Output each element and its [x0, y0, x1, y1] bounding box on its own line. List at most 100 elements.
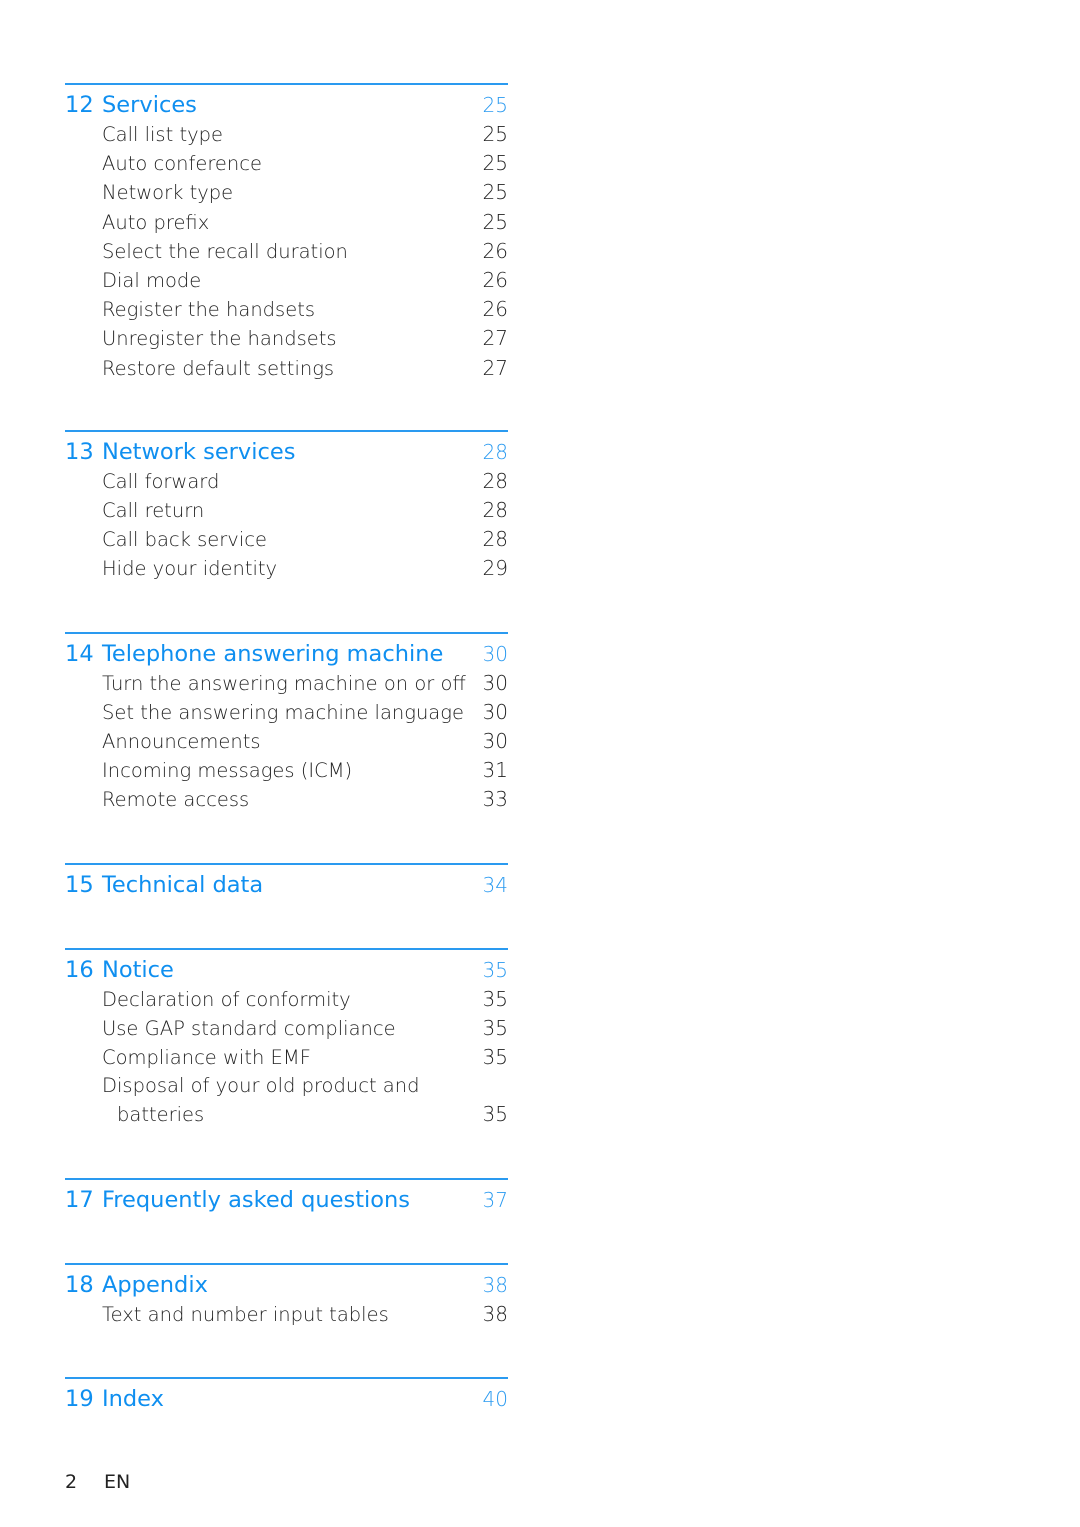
entry-page-number[interactable]: 26 [483, 237, 508, 265]
entry-title[interactable]: Call forward [65, 468, 483, 496]
section-page-number[interactable]: 30 [483, 640, 508, 669]
entry-title[interactable]: Turn the answering machine on or off [65, 670, 483, 698]
entry-page-number[interactable]: 29 [483, 554, 508, 582]
entry-title[interactable]: Call return [65, 497, 483, 525]
entry-page-number[interactable]: 38 [483, 1300, 508, 1328]
section-page-number[interactable]: 38 [483, 1271, 508, 1300]
section-heading[interactable]: 17 Frequently asked questions 37 [65, 1186, 508, 1215]
section-title[interactable]: Technical data [102, 871, 483, 900]
entry-title[interactable]: Select the recall duration [65, 238, 483, 266]
section-heading[interactable]: 14 Telephone answering machine 30 [65, 640, 508, 669]
section-heading[interactable]: 15 Technical data 34 [65, 871, 508, 900]
section-page-number[interactable]: 40 [483, 1385, 508, 1414]
entry-title[interactable]: Hide your identity [65, 555, 483, 583]
entry-title[interactable]: Declaration of conformity [65, 986, 483, 1014]
entry-page-number[interactable]: 26 [483, 266, 508, 294]
entry-page-number[interactable]: 31 [483, 756, 508, 784]
toc-entry[interactable]: Text and number input tables 38 [65, 1300, 508, 1329]
entry-title[interactable]: Restore default settings [65, 355, 483, 383]
section-title[interactable]: Telephone answering machine [102, 640, 483, 669]
toc-entry[interactable]: Auto conference 25 [65, 149, 508, 178]
entry-page-number[interactable]: 25 [483, 208, 508, 236]
toc-entry[interactable]: Declaration of conformity 35 [65, 985, 508, 1014]
toc-entry[interactable]: Call forward 28 [65, 467, 508, 496]
entry-page-number[interactable]: 30 [483, 698, 508, 726]
toc-entry[interactable]: Turn the answering machine on or off 30 [65, 669, 508, 698]
entry-title[interactable]: Compliance with EMF [65, 1044, 483, 1072]
entry-title[interactable]: Network type [65, 179, 483, 207]
section-title[interactable]: Index [102, 1385, 483, 1414]
entry-page-number[interactable]: 25 [483, 149, 508, 177]
toc-entry[interactable]: Call list type 25 [65, 120, 508, 149]
section-title[interactable]: Frequently asked questions [102, 1186, 483, 1215]
entry-page-number[interactable]: 27 [483, 324, 508, 352]
entry-title[interactable]: Set the answering machine language [65, 699, 483, 727]
entry-page-number[interactable]: 26 [483, 295, 508, 323]
entry-title[interactable]: Call back service [65, 526, 483, 554]
toc-entry[interactable]: Register the handsets 26 [65, 295, 508, 324]
entry-page-number[interactable]: 30 [483, 669, 508, 697]
section-heading[interactable]: 19 Index 40 [65, 1385, 508, 1414]
toc-entry[interactable]: Announcements 30 [65, 727, 508, 756]
toc-entry[interactable]: Call return 28 [65, 496, 508, 525]
entry-page-number[interactable]: 25 [483, 120, 508, 148]
toc-entry[interactable]: Incoming messages (ICM) 31 [65, 756, 508, 785]
section-title[interactable]: Services [102, 91, 483, 120]
toc-entry[interactable]: Dial mode 26 [65, 266, 508, 295]
section-heading[interactable]: 16 Notice 35 [65, 956, 508, 985]
entry-title[interactable]: Disposal of your old product and [65, 1072, 508, 1100]
entry-page-number[interactable]: 25 [483, 178, 508, 206]
entry-title[interactable]: Text and number input tables [65, 1301, 483, 1329]
toc-section: 16 Notice 35 Declaration of conformity 35 Use… [65, 947, 508, 1130]
entry-page-number[interactable]: 27 [483, 354, 508, 382]
section-title[interactable]: Appendix [102, 1271, 483, 1300]
section-title[interactable]: Notice [102, 956, 483, 985]
entry-title[interactable]: Dial mode [65, 267, 483, 295]
section-page-number[interactable]: 37 [483, 1186, 508, 1215]
entry-title[interactable]: Auto conference [65, 150, 483, 178]
entry-page-number[interactable]: 28 [483, 496, 508, 524]
entry-page-number[interactable]: 33 [483, 785, 508, 813]
toc-entry[interactable]: Restore default settings 27 [65, 354, 508, 383]
section-title[interactable]: Network services [102, 438, 483, 467]
toc-entry[interactable]: Auto prefix 25 [65, 208, 508, 237]
section-page-number[interactable]: 35 [483, 956, 508, 985]
section-heading[interactable]: 12 Services 25 [65, 91, 508, 120]
section-page-number[interactable]: 25 [483, 91, 508, 120]
entry-title[interactable]: Register the handsets [65, 296, 483, 324]
entry-title[interactable]: Use GAP standard compliance [65, 1015, 483, 1043]
entry-page-number[interactable]: 28 [483, 467, 508, 495]
toc-entry[interactable]: Disposal of your old product and [65, 1072, 508, 1100]
table-of-contents: 12 Services 25 Call list type 25 Auto confere… [65, 83, 508, 1414]
toc-entry[interactable]: Compliance with EMF 35 [65, 1043, 508, 1072]
toc-entry[interactable]: Call back service 28 [65, 525, 508, 554]
section-number: 15 [65, 871, 94, 898]
entry-title[interactable]: Incoming messages (ICM) [65, 757, 483, 785]
section-page-number[interactable]: 34 [483, 871, 508, 900]
entry-title[interactable]: Remote access [65, 786, 483, 814]
entry-page-number[interactable]: 35 [483, 985, 508, 1013]
toc-entry[interactable]: Set the answering machine language 30 [65, 698, 508, 727]
entry-title[interactable]: Call list type [65, 121, 483, 149]
entry-page-number[interactable]: 30 [483, 727, 508, 755]
toc-entry[interactable]: Use GAP standard compliance 35 [65, 1014, 508, 1043]
entry-title[interactable]: Announcements [65, 728, 483, 756]
entry-title-continuation[interactable]: batteries [65, 1101, 483, 1129]
toc-entry[interactable]: Unregister the handsets 27 [65, 324, 508, 353]
toc-section: 19 Index 40 [65, 1376, 508, 1414]
section-number: 19 [65, 1385, 94, 1412]
section-page-number[interactable]: 28 [483, 438, 508, 467]
section-heading[interactable]: 13 Network services 28 [65, 438, 508, 467]
toc-entry[interactable]: Remote access 33 [65, 785, 508, 814]
toc-entry[interactable]: Network type 25 [65, 178, 508, 207]
entry-page-number[interactable]: 35 [483, 1043, 508, 1071]
toc-entry[interactable]: Hide your identity 29 [65, 554, 508, 583]
entry-page-number[interactable]: 28 [483, 525, 508, 553]
entry-title[interactable]: Auto prefix [65, 209, 483, 237]
toc-entry-continuation[interactable]: batteries 35 [65, 1100, 508, 1129]
entry-page-number[interactable]: 35 [483, 1100, 508, 1128]
entry-page-number[interactable]: 35 [483, 1014, 508, 1042]
section-heading[interactable]: 18 Appendix 38 [65, 1271, 508, 1300]
entry-title[interactable]: Unregister the handsets [65, 325, 483, 353]
toc-entry[interactable]: Select the recall duration 26 [65, 237, 508, 266]
